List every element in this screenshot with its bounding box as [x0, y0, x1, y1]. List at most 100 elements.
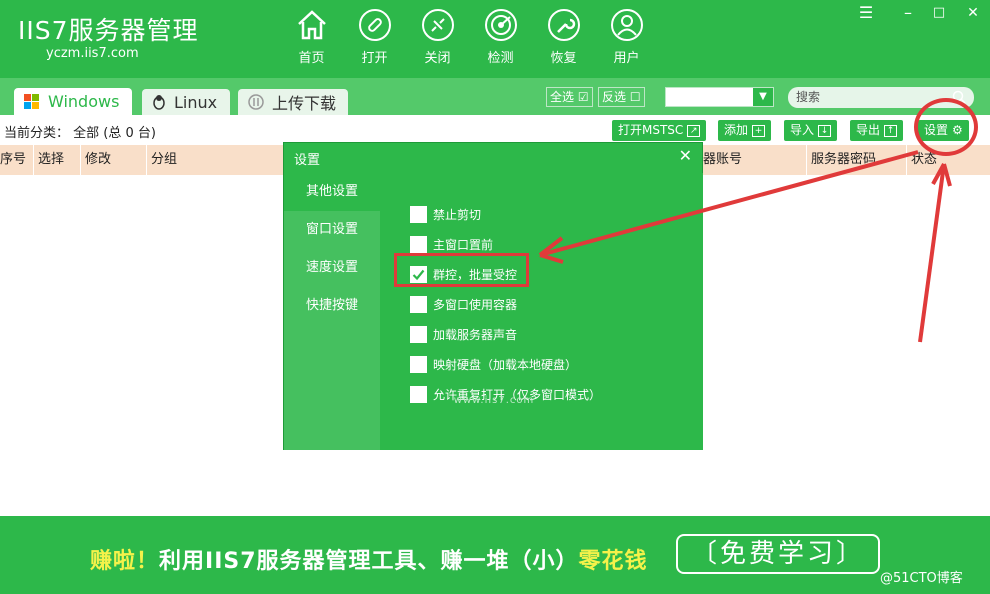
- nav-close-label: 关闭: [424, 51, 451, 66]
- linux-icon: [152, 94, 166, 110]
- category-bar: 当前分类： 全部 (总 0 台) 打开MSTSC ↗ 添加 + 导入 ↓ 导出 …: [0, 115, 990, 145]
- highlight-box: [394, 253, 529, 287]
- logo-name: IIS7服务器管理: [18, 16, 199, 45]
- promo-banner: 赚啦！利用IIS7服务器管理工具、赚一堆（小）零花钱 〔免费学习〕 @51CTO…: [0, 516, 990, 594]
- promo-text: 赚啦！利用IIS7服务器管理工具、赚一堆（小）零花钱: [90, 543, 648, 575]
- tab-linux-label: Linux: [174, 92, 218, 112]
- nav-open-label: 打开: [361, 51, 388, 66]
- monitor-icon: ↗: [687, 124, 701, 137]
- option-label: 多窗口使用容器: [433, 297, 518, 312]
- option-label: 主窗口置前: [433, 237, 494, 252]
- tab-transfer-label: 上传下载: [272, 94, 337, 113]
- download-icon: ↓: [818, 124, 832, 137]
- add-button[interactable]: 添加 +: [718, 120, 772, 141]
- col-group[interactable]: 分组: [146, 145, 177, 175]
- checkbox[interactable]: [410, 235, 427, 253]
- minimize-button[interactable]: –: [895, 2, 921, 24]
- maximize-button[interactable]: □: [926, 2, 952, 24]
- export-label: 导出: [856, 123, 881, 137]
- nav-restore-button[interactable]: 恢复: [532, 8, 595, 66]
- category-label: 当前分类：: [4, 126, 70, 141]
- tab-windows-label: Windows: [48, 92, 120, 111]
- add-label: 添加: [724, 123, 749, 137]
- group-dropdown[interactable]: ▼: [665, 87, 774, 107]
- promo-suffix: 零花钱: [578, 549, 648, 574]
- col-index[interactable]: 序号: [0, 145, 26, 175]
- nav-home-button[interactable]: 首页: [280, 8, 343, 66]
- option-label: 加载服务器声音: [433, 327, 518, 342]
- dialog-options: 禁止剪切 主窗口置前 群控，批量受控 多窗口使用容器 加载服务器声音 映射硬盘（…: [380, 173, 703, 450]
- watermark: @51CTO博客: [880, 571, 963, 586]
- upload-icon: ↑: [884, 124, 898, 137]
- chevron-down-icon: ▼: [753, 88, 773, 106]
- open-mstsc-label: 打开MSTSC: [618, 123, 684, 137]
- side-speed-settings[interactable]: 速度设置: [284, 249, 380, 287]
- nav-restore-label: 恢复: [550, 51, 577, 66]
- option-main-window-top[interactable]: 主窗口置前: [410, 235, 493, 253]
- app-logo: IIS7服务器管理 yczm.iis7.com: [18, 16, 199, 62]
- tab-transfer[interactable]: 上传下载: [238, 89, 348, 115]
- promo-middle: 利用IIS7服务器管理工具、赚一堆（小）: [159, 549, 579, 574]
- checkbox[interactable]: [410, 325, 427, 343]
- radar-icon: [484, 8, 518, 42]
- option-label: 映射硬盘（加载本地硬盘）: [433, 357, 578, 372]
- user-icon: [610, 8, 644, 42]
- dialog-close-icon[interactable]: ✕: [679, 146, 692, 165]
- tab-bar: Windows Linux 上传下载 全选 ☑ 反选 ☐ ▼ 搜索: [0, 78, 990, 115]
- free-learn-button[interactable]: 〔免费学习〕: [676, 534, 880, 574]
- dialog-footer-url: www.iis7.com: [453, 395, 535, 406]
- nav-detect-button[interactable]: 检测: [469, 8, 532, 66]
- checkbox[interactable]: [410, 295, 427, 313]
- invert-select-button[interactable]: 反选 ☐: [598, 87, 645, 107]
- import-label: 导入: [790, 123, 815, 137]
- promo-prefix: 赚啦！: [90, 549, 160, 574]
- nav-user-button[interactable]: 用户: [595, 8, 658, 66]
- checkbox[interactable]: [410, 355, 427, 373]
- search-placeholder: 搜索: [796, 90, 821, 104]
- category-info: 当前分类： 全部 (总 0 台): [4, 122, 156, 141]
- col-account[interactable]: 器账号: [703, 145, 742, 175]
- nav-open-button[interactable]: 打开: [343, 8, 406, 66]
- select-all-button[interactable]: 全选 ☑: [546, 87, 593, 107]
- link-icon: [358, 8, 392, 42]
- tab-windows[interactable]: Windows: [14, 88, 132, 115]
- open-mstsc-button[interactable]: 打开MSTSC ↗: [612, 120, 707, 141]
- logo-url: yczm.iis7.com: [46, 46, 139, 61]
- nav-home-label: 首页: [298, 51, 325, 66]
- unlink-icon: [421, 8, 455, 42]
- side-window-settings[interactable]: 窗口设置: [284, 211, 380, 249]
- home-icon: [295, 8, 329, 42]
- app-header: IIS7服务器管理 yczm.iis7.com 首页 打开 关闭 检测 恢复 用…: [0, 0, 990, 78]
- category-value: 全部 (总 0 台): [73, 126, 156, 141]
- dialog-title: 设置: [294, 153, 321, 168]
- close-window-button[interactable]: ✕: [960, 2, 986, 24]
- select-all-label: 全选: [550, 90, 575, 104]
- side-other-settings[interactable]: 其他设置: [284, 173, 380, 211]
- invert-select-label: 反选: [602, 90, 627, 104]
- plus-icon: +: [752, 124, 766, 137]
- option-label: 禁止剪切: [433, 207, 482, 222]
- option-multi-window-container[interactable]: 多窗口使用容器: [410, 295, 517, 313]
- menu-icon[interactable]: ☰: [853, 2, 879, 24]
- export-button[interactable]: 导出 ↑: [850, 120, 904, 141]
- tab-linux[interactable]: Linux: [142, 89, 230, 115]
- option-disable-cut[interactable]: 禁止剪切: [410, 205, 481, 223]
- main-nav: 首页 打开 关闭 检测 恢复 用户: [280, 8, 658, 66]
- option-server-sound[interactable]: 加载服务器声音: [410, 325, 517, 343]
- checkbox[interactable]: [410, 205, 427, 223]
- option-map-drives[interactable]: 映射硬盘（加载本地硬盘）: [410, 355, 577, 373]
- nav-detect-label: 检测: [487, 51, 514, 66]
- transfer-icon: [248, 94, 264, 110]
- wrench-icon: [547, 8, 581, 42]
- highlight-circle: [914, 98, 978, 156]
- col-password[interactable]: 服务器密码: [806, 145, 876, 175]
- settings-dialog: 设置 ✕ 其他设置 窗口设置 速度设置 快捷按键 禁止剪切 主窗口置前 群控，批…: [283, 142, 703, 450]
- col-edit[interactable]: 修改: [80, 145, 111, 175]
- import-button[interactable]: 导入 ↓: [784, 120, 838, 141]
- side-hotkeys[interactable]: 快捷按键: [284, 287, 380, 325]
- windows-icon: [24, 93, 40, 110]
- dialog-sidebar: 其他设置 窗口设置 速度设置 快捷按键: [284, 173, 380, 450]
- nav-user-label: 用户: [613, 51, 640, 66]
- nav-close-button[interactable]: 关闭: [406, 8, 469, 66]
- col-select[interactable]: 选择: [33, 145, 64, 175]
